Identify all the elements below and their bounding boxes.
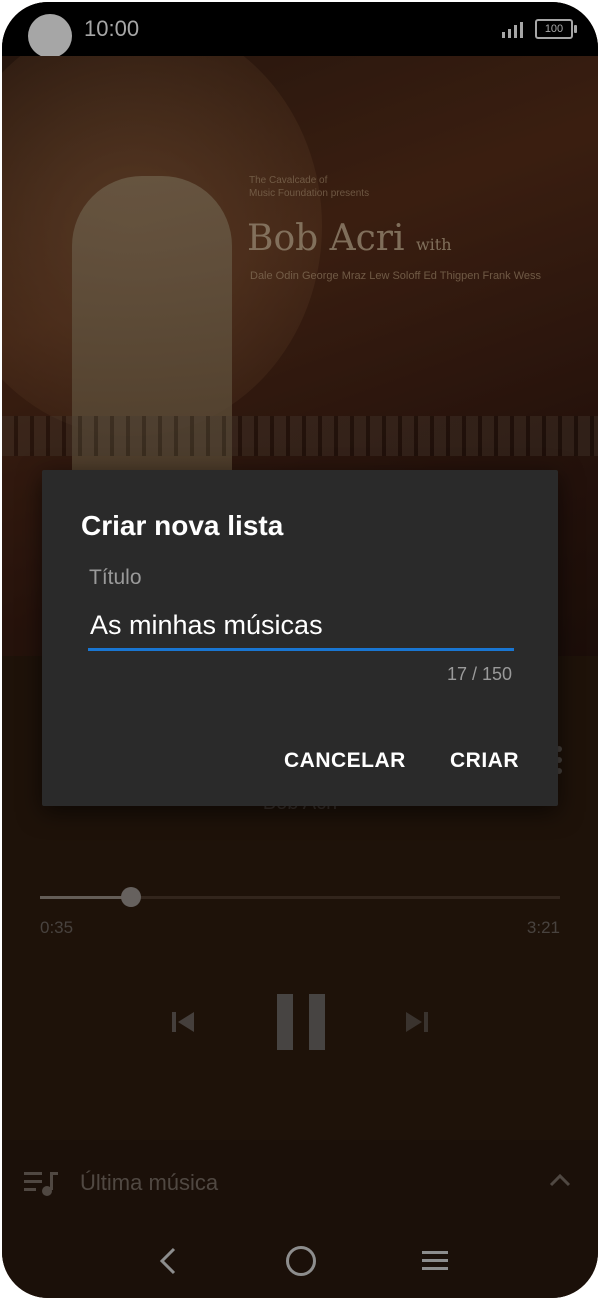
- title-field-label: Título: [89, 566, 142, 589]
- create-playlist-dialog: Criar nova lista Título 17 / 150 CANCELA…: [42, 470, 558, 806]
- create-button[interactable]: CRIAR: [444, 748, 525, 774]
- phone-screen: 10:00 100 The Cavalcade of Music Foundat…: [2, 2, 598, 1298]
- dialog-title: Criar nova lista: [81, 510, 284, 541]
- character-counter: 17 / 150: [446, 664, 512, 684]
- cancel-button[interactable]: CANCELAR: [278, 748, 412, 774]
- playlist-title-input[interactable]: [88, 602, 514, 651]
